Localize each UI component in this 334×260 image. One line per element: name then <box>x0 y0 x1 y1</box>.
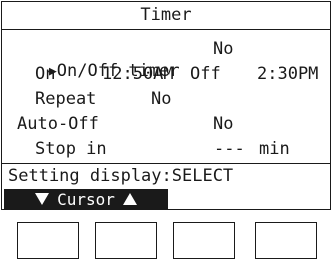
auto-off-label: Auto-Off <box>17 114 99 134</box>
screen-title: Timer <box>2 2 330 30</box>
stop-in-label: Stop in <box>35 139 107 159</box>
on-time-value: 12:50AM <box>102 64 174 84</box>
lcd-screen: Timer ▶On/Off timer No On 12:50AM Off 2:… <box>1 1 331 210</box>
row-onoff-timer[interactable]: ▶On/Off timer <box>8 38 180 81</box>
hint-text: Setting display:SELECT <box>8 166 234 186</box>
cursor-navigation-label: Cursor <box>4 189 168 209</box>
auto-off-value: No <box>213 114 234 134</box>
off-label: Off <box>190 64 221 84</box>
stop-in-value: --- <box>214 139 245 159</box>
on-label: On <box>35 64 56 84</box>
cursor-label: Cursor <box>57 189 115 209</box>
function-button-f2[interactable] <box>95 222 157 259</box>
triangle-up-icon <box>122 193 137 205</box>
repeat-value: No <box>151 89 172 109</box>
function-label-bar: Cursor <box>2 189 330 209</box>
off-time-value: 2:30PM <box>257 64 319 84</box>
triangle-down-icon <box>35 193 50 205</box>
onoff-timer-value: No <box>213 39 234 59</box>
stop-in-unit: min <box>259 139 290 159</box>
function-button-f1[interactable] <box>17 222 79 259</box>
function-button-f4[interactable] <box>255 222 317 259</box>
function-button-f3[interactable] <box>173 222 235 259</box>
repeat-label: Repeat <box>35 89 97 109</box>
status-divider <box>2 163 330 164</box>
